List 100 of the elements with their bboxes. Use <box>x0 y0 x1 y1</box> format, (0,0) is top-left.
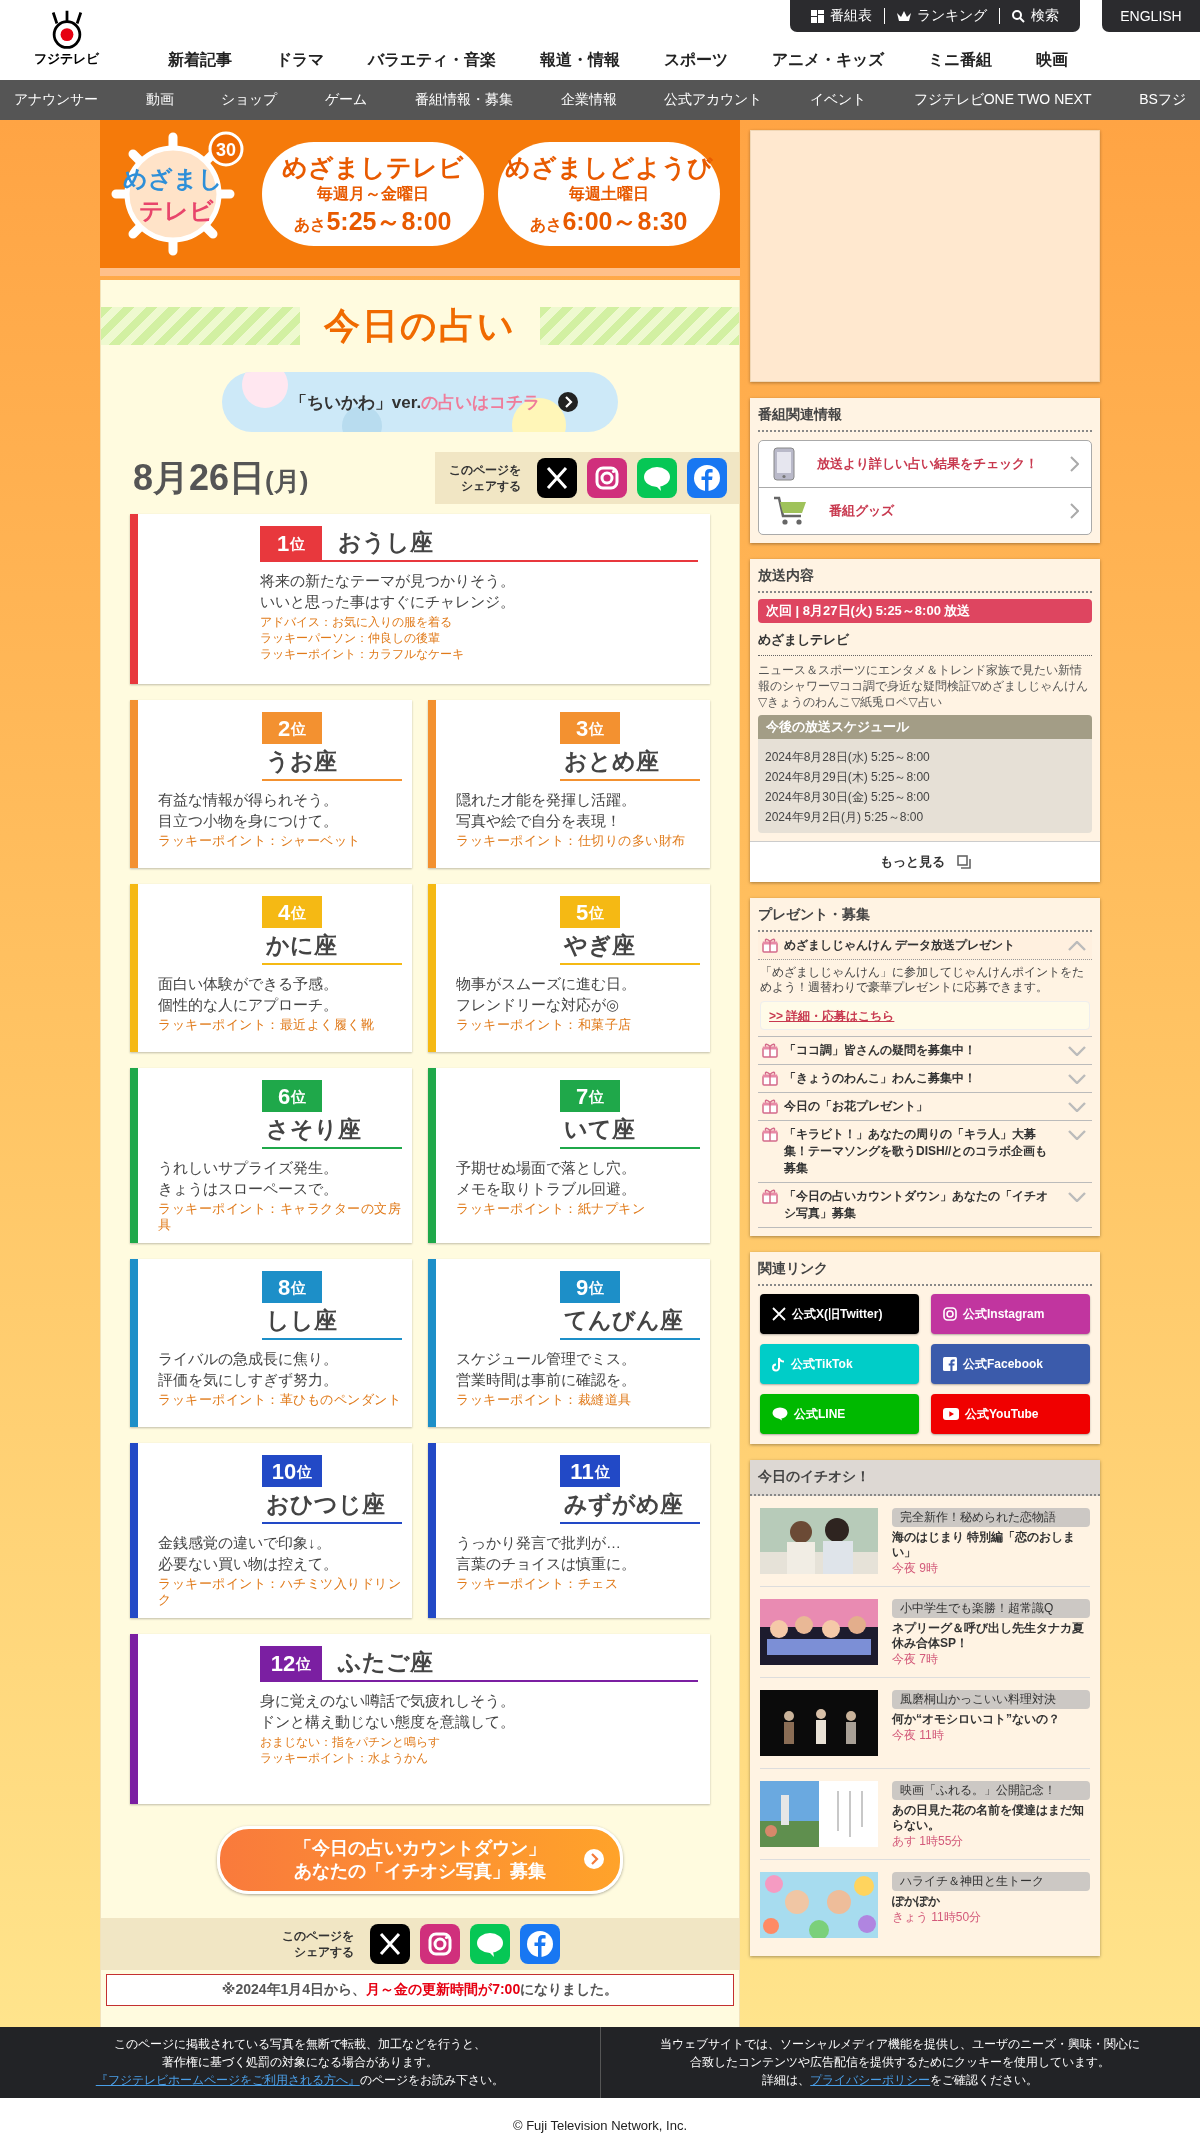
accordion-header[interactable]: 「キラビト！」あなたの周りの「キラ人」大募集！テーマソングを歌うDISH//とのコラボ企画も募集 <box>758 1121 1092 1182</box>
lucky-item: ラッキーポイント：水ようかん <box>260 1750 429 1766</box>
section-heading: 関連リンク <box>758 1252 1092 1286</box>
program-title: めざましテレビ <box>758 631 1092 656</box>
utility-link[interactable]: 検索 <box>1012 7 1059 25</box>
x-share-icon[interactable] <box>370 1924 410 1964</box>
subnav-link[interactable]: ゲーム <box>325 91 368 109</box>
facebook-share-icon[interactable] <box>687 458 727 498</box>
accordion-header[interactable]: 「ココ調」皆さんの疑問を募集中！ <box>758 1037 1092 1064</box>
chevron-down-icon <box>1068 1130 1086 1140</box>
subnav-link[interactable]: アナウンサー <box>14 91 98 109</box>
lucky-item: ラッキーポイント：和菓子店 <box>456 1017 633 1033</box>
pick-item[interactable]: 小中学生でも楽勝！超常識Q ネプリーグ＆呼び出し先生タナカ夏休み合体SP！ 今夜 7時 <box>760 1599 1090 1678</box>
nav-link[interactable]: 新着記事 <box>146 49 254 71</box>
nav-link[interactable]: 報道・情報 <box>518 49 642 71</box>
fortune-text: 隠れた才能を発揮し活躍。 <box>456 790 637 810</box>
rank-badge: 9位 <box>560 1271 620 1303</box>
air-time: きょう 11時50分 <box>892 1909 983 1926</box>
schedule-heading: 今後の放送スケジュール <box>758 715 1092 739</box>
related-link[interactable]: 放送より詳しい占い結果をチェック！ <box>759 441 1091 487</box>
accordion-header[interactable]: 「今日の占いカウントダウン」あなたの「イチオシ写真」募集 <box>758 1183 1092 1227</box>
pick-tag: 小中学生でも楽勝！超常識Q <box>892 1599 1090 1618</box>
promo-banner[interactable]: 「ちいかわ」ver.の占いはコチラ <box>222 372 618 432</box>
related-link[interactable]: 番組グッズ <box>759 487 1091 534</box>
pick-item[interactable]: 風磨桐山かっこいい料理対決 何か“オモシロいコト”ないの？ 今夜 11時 <box>760 1690 1090 1769</box>
pick-tag: 完全新作！秘められた恋物語 <box>892 1508 1090 1527</box>
pick-item[interactable]: ハライチ＆神田と生トーク ぽかぽか きょう 11時50分 <box>760 1872 1090 1950</box>
air-time: あす 1時55分 <box>892 1833 965 1850</box>
fortune-text: 営業時間は事前に確認を。 <box>456 1370 637 1390</box>
subnav-link[interactable]: 動画 <box>145 91 174 109</box>
subnav-link[interactable]: フジテレビONE TWO NEXT <box>913 91 1092 109</box>
lucky-item: ラッキーポイント：紙ナプキン <box>456 1201 646 1217</box>
subnav-link[interactable]: BSフジ <box>1139 91 1186 109</box>
english-link[interactable]: ENGLISH <box>1102 0 1200 32</box>
chevron-up-icon <box>1068 941 1086 951</box>
play-icon <box>943 1408 959 1420</box>
social-link-button[interactable]: 公式Instagram <box>931 1294 1090 1334</box>
facebook-share-icon[interactable] <box>520 1924 560 1964</box>
zodiac-sign: うお座 <box>265 747 337 776</box>
subnav-link[interactable]: イベント <box>809 91 866 109</box>
social-link-button[interactable]: 公式YouTube <box>931 1394 1090 1434</box>
nav-link[interactable]: アニメ・キッズ <box>750 49 906 71</box>
fortune-text: フレンドリーな対応が◎ <box>456 995 621 1015</box>
schedule-item: 2024年8月28日(水) 5:25～8:00 <box>765 749 931 766</box>
pick-item[interactable]: 完全新作！秘められた恋物語 海のはじまり 特別編「恋のおしまい」 今夜 9時 <box>760 1508 1090 1587</box>
pick-tag: 映画「ふれる。」公開記念！ <box>892 1781 1090 1800</box>
nav-link[interactable]: ミニ番組 <box>906 49 1014 71</box>
lucky-item: ラッキーポイント：シャーベット <box>158 833 362 849</box>
fortune-text: うっかり発言で批判が… <box>456 1533 622 1553</box>
present-description: 「めざましじゃんけん」に参加してじゃんけんポイントをためよう！週替わりで豪華プレゼントに応募できます。 <box>760 965 1085 995</box>
chevron-right-icon <box>1070 503 1079 519</box>
rank-badge: 4位 <box>262 896 322 928</box>
lucky-item: ラッキーポイント：革ひものペンダント <box>158 1392 402 1408</box>
site-logo[interactable]: フジテレビ <box>34 10 99 68</box>
x-logo-icon <box>772 1307 786 1321</box>
utility-link[interactable]: ランキング <box>897 7 987 25</box>
nav-link[interactable]: 映画 <box>1014 49 1090 71</box>
rank-badge: 2位 <box>262 712 322 744</box>
accordion-header[interactable]: 「きょうのわんこ」わんこ募集中！ <box>758 1065 1092 1092</box>
fortune-text: ライバルの急成長に焦り。 <box>158 1349 339 1369</box>
nav-link[interactable]: バラエティ・音楽 <box>346 49 518 71</box>
pick-tag: 風磨桐山かっこいい料理対決 <box>892 1690 1090 1709</box>
share-label: シェアする <box>294 1944 354 1961</box>
pick-title: 何か“オモシロいコト”ないの？ <box>892 1712 1061 1727</box>
rank-badge: 7位 <box>560 1080 620 1112</box>
pick-title: ネプリーグ＆呼び出し先生タナカ夏休み合体SP！ <box>892 1621 1085 1651</box>
nav-link[interactable]: スポーツ <box>642 49 750 71</box>
subnav-link[interactable]: 企業情報 <box>560 91 617 109</box>
update-notice: ※2024年1月4日から、月～金の更新時間が7:00になりました。 <box>106 1974 734 2006</box>
subnav-link[interactable]: ショップ <box>221 91 278 109</box>
zodiac-sign: おうし座 <box>338 528 433 557</box>
footer-text: をご確認ください。 <box>930 2073 1039 2087</box>
nav-link[interactable]: ドラマ <box>254 49 346 71</box>
chevron-down-icon <box>1068 1074 1086 1084</box>
section-heading: 放送内容 <box>758 559 1092 593</box>
social-link-button[interactable]: 公式X(旧Twitter) <box>760 1294 919 1334</box>
pick-item[interactable]: 映画「ふれる。」公開記念！ あの日見た花の名前を僕達はまだ知らない。 あす 1時55分 <box>760 1781 1090 1860</box>
apply-link[interactable]: >> 詳細・応募はこちら <box>769 1009 895 1023</box>
x-share-icon[interactable] <box>537 458 577 498</box>
instagram-share-icon[interactable] <box>587 458 627 498</box>
share-label: このページを <box>282 1927 354 1944</box>
accordion-header[interactable]: 今日の「お花プレゼント」 <box>758 1093 1092 1120</box>
privacy-link[interactable]: プライバシーポリシー <box>810 2073 931 2087</box>
next-broadcast-bar: 次回 | 8月27日(火) 5:25～8:00 放送 <box>758 599 1092 623</box>
fortune-text: 個性的な人にアプローチ。 <box>158 995 339 1015</box>
copyright-notice: このページに掲載されている写真を無断で転載、加工などを行うと、 <box>113 2036 486 2053</box>
accordion-header[interactable]: めざましじゃんけん データ放送プレゼント <box>758 932 1092 960</box>
fortune-text: 面白い体験ができる予感。 <box>158 974 339 994</box>
utility-link[interactable]: 番組表 <box>811 7 872 25</box>
fortune-text: メモを取りトラブル回避。 <box>456 1179 637 1199</box>
social-link-button[interactable]: 公式Facebook <box>931 1344 1090 1384</box>
zodiac-sign: やぎ座 <box>563 931 635 960</box>
instagram-share-icon[interactable] <box>420 1924 460 1964</box>
subnav-link[interactable]: 公式アカウント <box>664 91 763 109</box>
copyright-notice: 著作権に基づく処罰の対象になる場合があります。 <box>161 2054 438 2071</box>
subnav-link[interactable]: 番組情報・募集 <box>414 91 513 109</box>
more-button[interactable]: もっと見る <box>750 841 1100 882</box>
zodiac-sign: おとめ座 <box>563 747 659 776</box>
fortune-text: 言葉のチョイスは慎重に。 <box>456 1554 637 1574</box>
terms-link[interactable]: 『フジテレビホームページをご利用される方へ』 <box>95 2073 360 2087</box>
